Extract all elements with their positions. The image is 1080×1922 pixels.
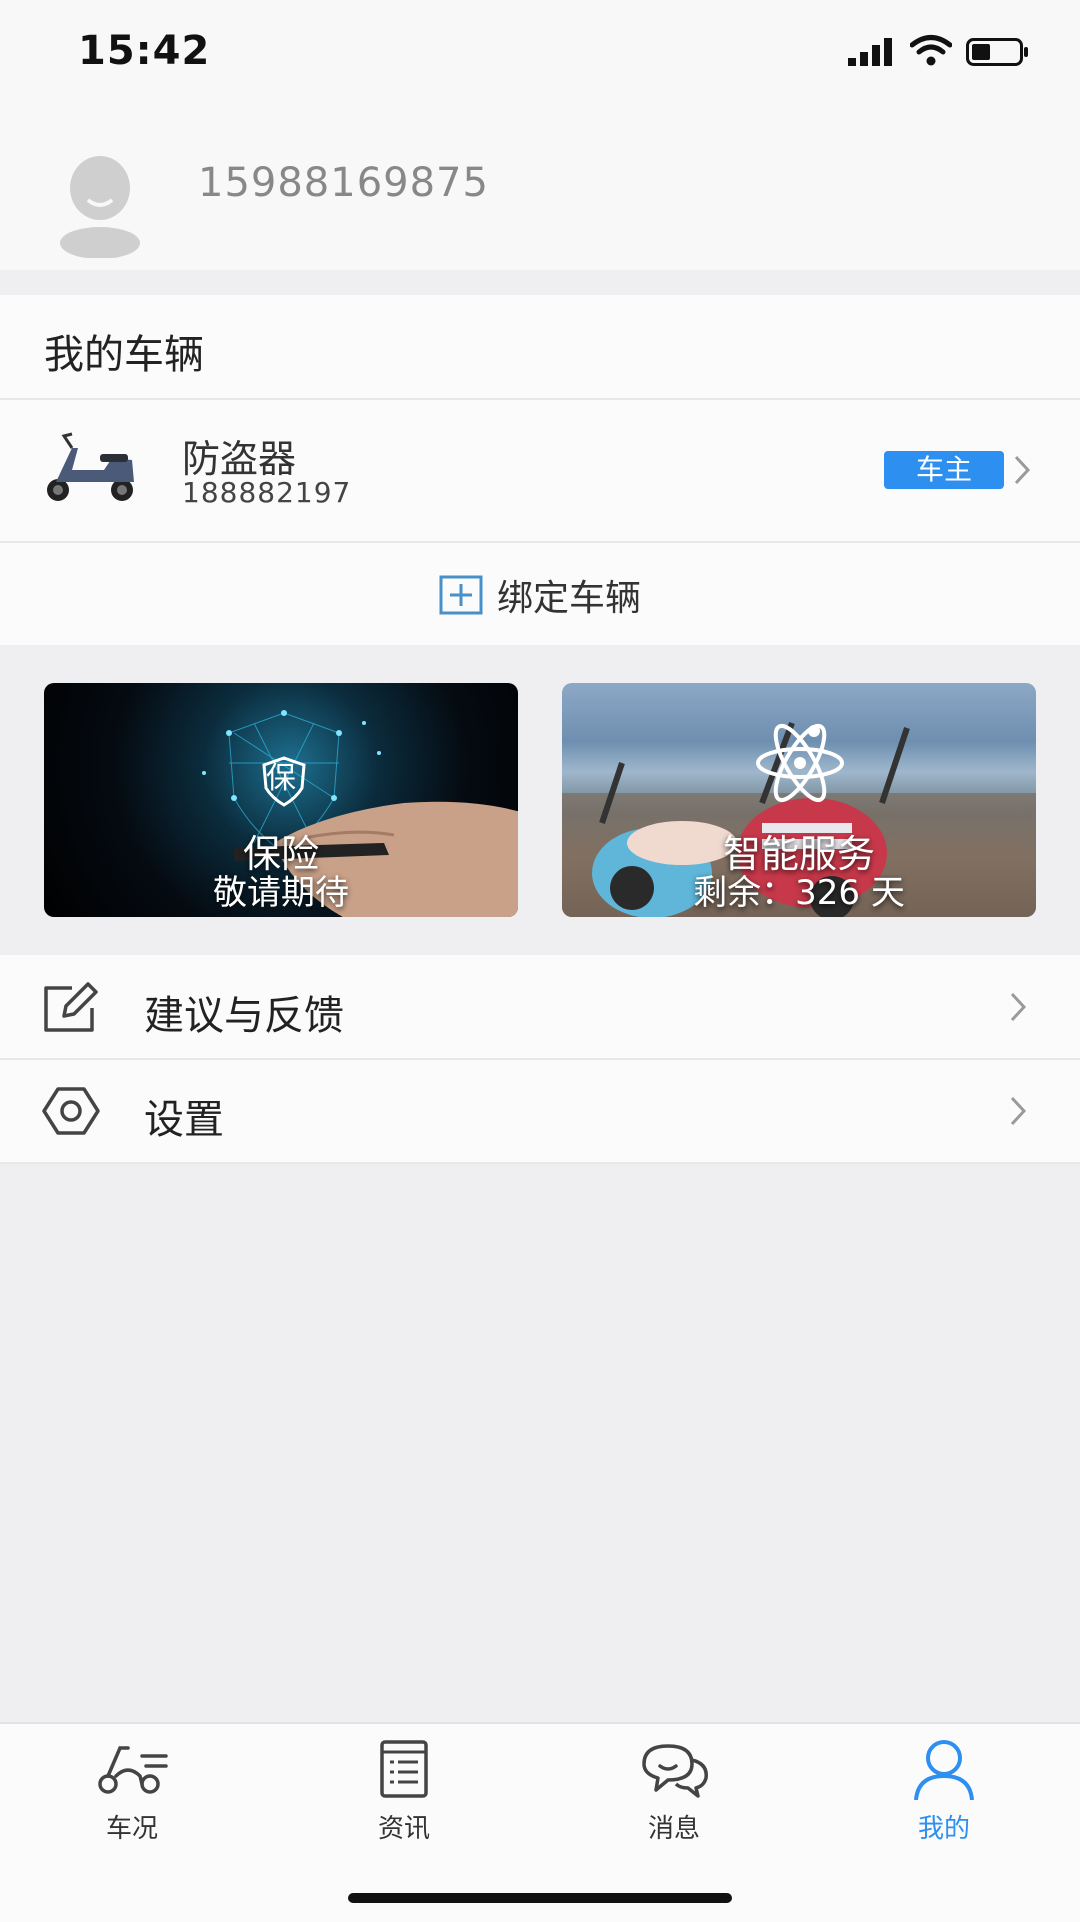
insurance-subtitle: 敬请期待 (213, 873, 349, 913)
tab-label: 资讯 (377, 1814, 430, 1844)
smart-service-remaining: 剩余：326 天 (693, 873, 905, 913)
divider (0, 1162, 1080, 1164)
scooter-icon (98, 1746, 168, 1794)
battery-icon (966, 38, 1028, 66)
bind-vehicle-button[interactable]: 绑定车辆 (0, 545, 1080, 645)
divider (0, 541, 1080, 543)
bind-vehicle-label: 绑定车辆 (496, 578, 641, 619)
news-icon (380, 1740, 428, 1798)
tab-label: 车况 (105, 1814, 158, 1844)
plus-square-icon (439, 575, 483, 615)
home-indicator[interactable] (348, 1893, 732, 1903)
chat-icon (642, 1744, 708, 1798)
chevron-right-icon (1014, 455, 1031, 485)
insurance-card[interactable]: 保 保险 敬请期待 (44, 683, 518, 917)
tab-label: 我的 (917, 1814, 970, 1844)
tab-mine[interactable]: 我的 (864, 1738, 1024, 1858)
tab-label: 消息 (647, 1814, 700, 1844)
wifi-icon (910, 35, 952, 66)
status-time: 15:42 (78, 28, 211, 74)
chevron-right-icon (1010, 992, 1027, 1022)
signal-icon (848, 38, 892, 66)
tab-news[interactable]: 资讯 (324, 1738, 484, 1858)
device-name: 防盗器 (182, 437, 297, 481)
scooter-image (47, 432, 134, 501)
user-phone: 15988169875 (198, 160, 489, 206)
tab-vehicle-status[interactable]: 车况 (52, 1738, 212, 1858)
atom-icon (756, 723, 844, 803)
smart-service-card[interactable]: 智能服务 剩余：326 天 (562, 683, 1036, 917)
device-id: 188882197 (182, 476, 352, 509)
feedback-label: 建议与反馈 (144, 993, 344, 1039)
user-icon (914, 1740, 974, 1801)
owner-badge: 车主 (884, 451, 1004, 489)
gear-icon (42, 1087, 100, 1135)
settings-label: 设置 (144, 1097, 224, 1143)
avatar[interactable] (56, 148, 166, 258)
section-title: 我的车辆 (44, 332, 204, 378)
chevron-right-icon (1010, 1096, 1027, 1126)
edit-icon (44, 982, 98, 1032)
tab-messages[interactable]: 消息 (594, 1738, 754, 1858)
